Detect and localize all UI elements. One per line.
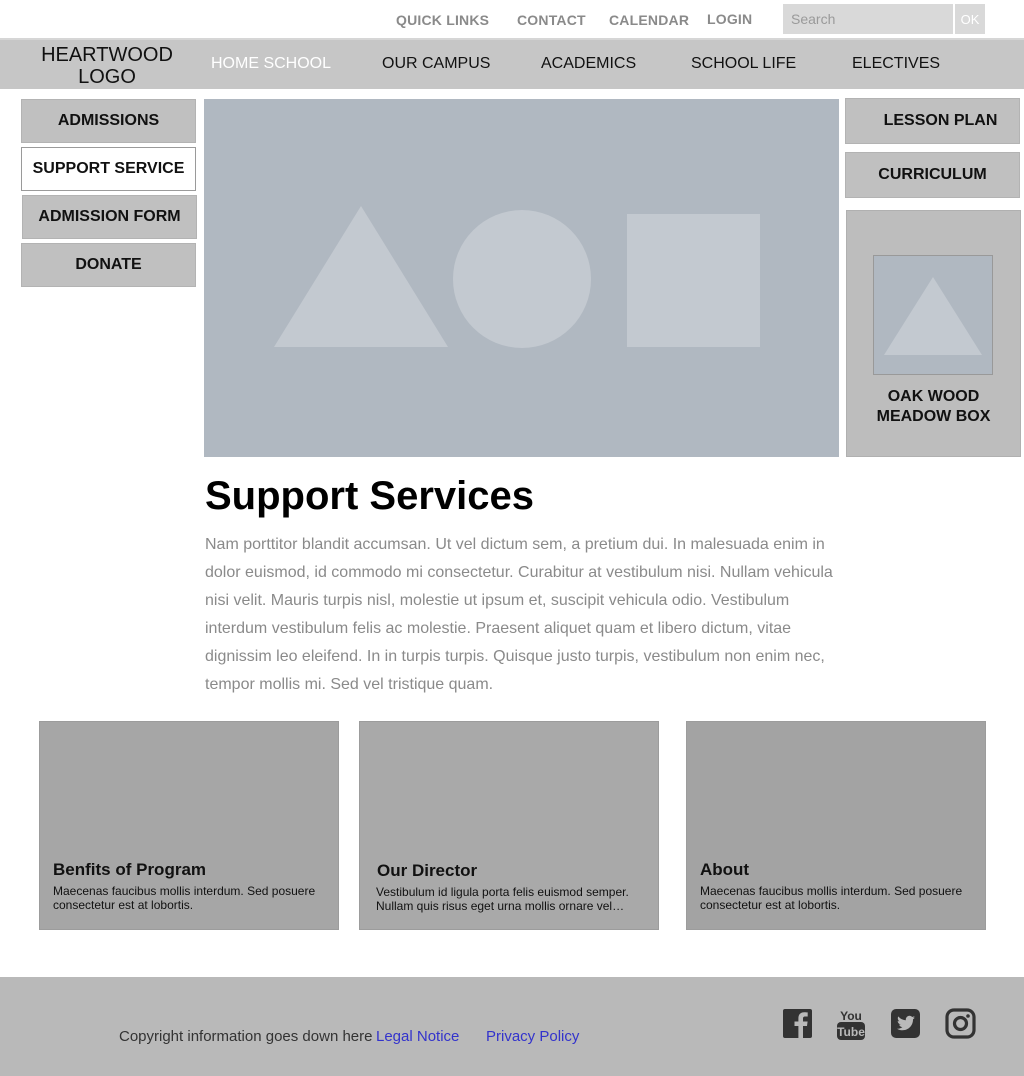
card-title: About: [700, 860, 750, 879]
curriculum-label: CURRICULUM: [878, 166, 987, 183]
curriculum-button[interactable]: CURRICULUM: [845, 152, 1020, 198]
sidebar-item-label: SUPPORT SERVICE: [32, 160, 185, 177]
sidebar-item-label: ADMISSION FORM: [38, 208, 181, 225]
sidebar-item-admission-form[interactable]: ADMISSION FORM: [22, 195, 197, 239]
search-input[interactable]: [783, 4, 953, 34]
nav-our-campus[interactable]: OUR CAMPUS: [382, 55, 490, 73]
sidebar-item-label: ADMISSIONS: [57, 112, 160, 129]
page-title: Support Services: [205, 474, 535, 518]
image-placeholder-icon: [884, 277, 982, 355]
sidebar-item-label: DONATE: [75, 256, 142, 273]
nav-academics[interactable]: ACADEMICS: [541, 55, 636, 73]
twitter-icon[interactable]: [890, 1007, 922, 1041]
card-text: Maecenas faucibus mollis interdum. Sed p…: [700, 884, 963, 912]
nav-school-life[interactable]: SCHOOL LIFE: [691, 55, 796, 73]
lesson-plan-label: LESSON PLAN: [883, 112, 998, 129]
placeholder-square: [627, 214, 760, 347]
instagram-icon[interactable]: [945, 1007, 977, 1041]
legal-notice-link[interactable]: Legal Notice: [376, 1028, 459, 1045]
card-title: Benfits of Program: [53, 860, 207, 879]
card-text: Maecenas faucibus mollis interdum. Sed p…: [53, 884, 316, 912]
login-link[interactable]: LOGIN: [707, 11, 752, 27]
placeholder-circle: [453, 210, 591, 348]
promo-image-placeholder: [873, 255, 993, 375]
hero-image-placeholder: [204, 99, 839, 457]
footer: [0, 977, 1024, 1076]
logo-line-2: LOGO: [78, 66, 136, 88]
facebook-icon[interactable]: [782, 1007, 814, 1041]
search-ok-button[interactable]: OK: [955, 4, 985, 34]
site-logo[interactable]: HEARTWOOD LOGO: [22, 44, 192, 88]
promo-caption-line-1: OAK WOOD: [887, 388, 980, 405]
privacy-policy-link[interactable]: Privacy Policy: [486, 1028, 579, 1045]
svg-text:You: You: [840, 1009, 862, 1023]
card-text: Vestibulum id ligula porta felis euismod…: [376, 885, 629, 913]
youtube-icon[interactable]: You Tube: [836, 1007, 866, 1041]
calendar-link[interactable]: CALENDAR: [609, 12, 689, 28]
quick-links-link[interactable]: QUICK LINKS: [396, 12, 489, 28]
lesson-plan-button[interactable]: LESSON PLAN: [845, 98, 1020, 144]
logo-line-1: HEARTWOOD: [41, 44, 173, 66]
sidebar-item-donate[interactable]: DONATE: [21, 243, 196, 287]
body-text: Nam porttitor blandit accumsan. Ut vel d…: [205, 536, 833, 693]
image-placeholder-icon: [274, 206, 760, 348]
card-title: Our Director: [377, 861, 478, 880]
sidebar-item-admissions[interactable]: ADMISSIONS: [21, 99, 196, 143]
sidebar-item-support-service[interactable]: SUPPORT SERVICE: [21, 147, 196, 191]
copyright-text: Copyright information goes down here: [119, 1028, 373, 1045]
promo-caption-line-2: MEADOW BOX: [876, 408, 991, 425]
placeholder-triangle: [274, 206, 448, 347]
nav-home-school[interactable]: HOME SCHOOL: [211, 55, 331, 73]
svg-text:Tube: Tube: [837, 1025, 865, 1039]
promo-caption: OAK WOOD MEADOW BOX: [846, 387, 1021, 427]
contact-link[interactable]: CONTACT: [517, 12, 586, 28]
nav-electives[interactable]: ELECTIVES: [852, 55, 940, 73]
